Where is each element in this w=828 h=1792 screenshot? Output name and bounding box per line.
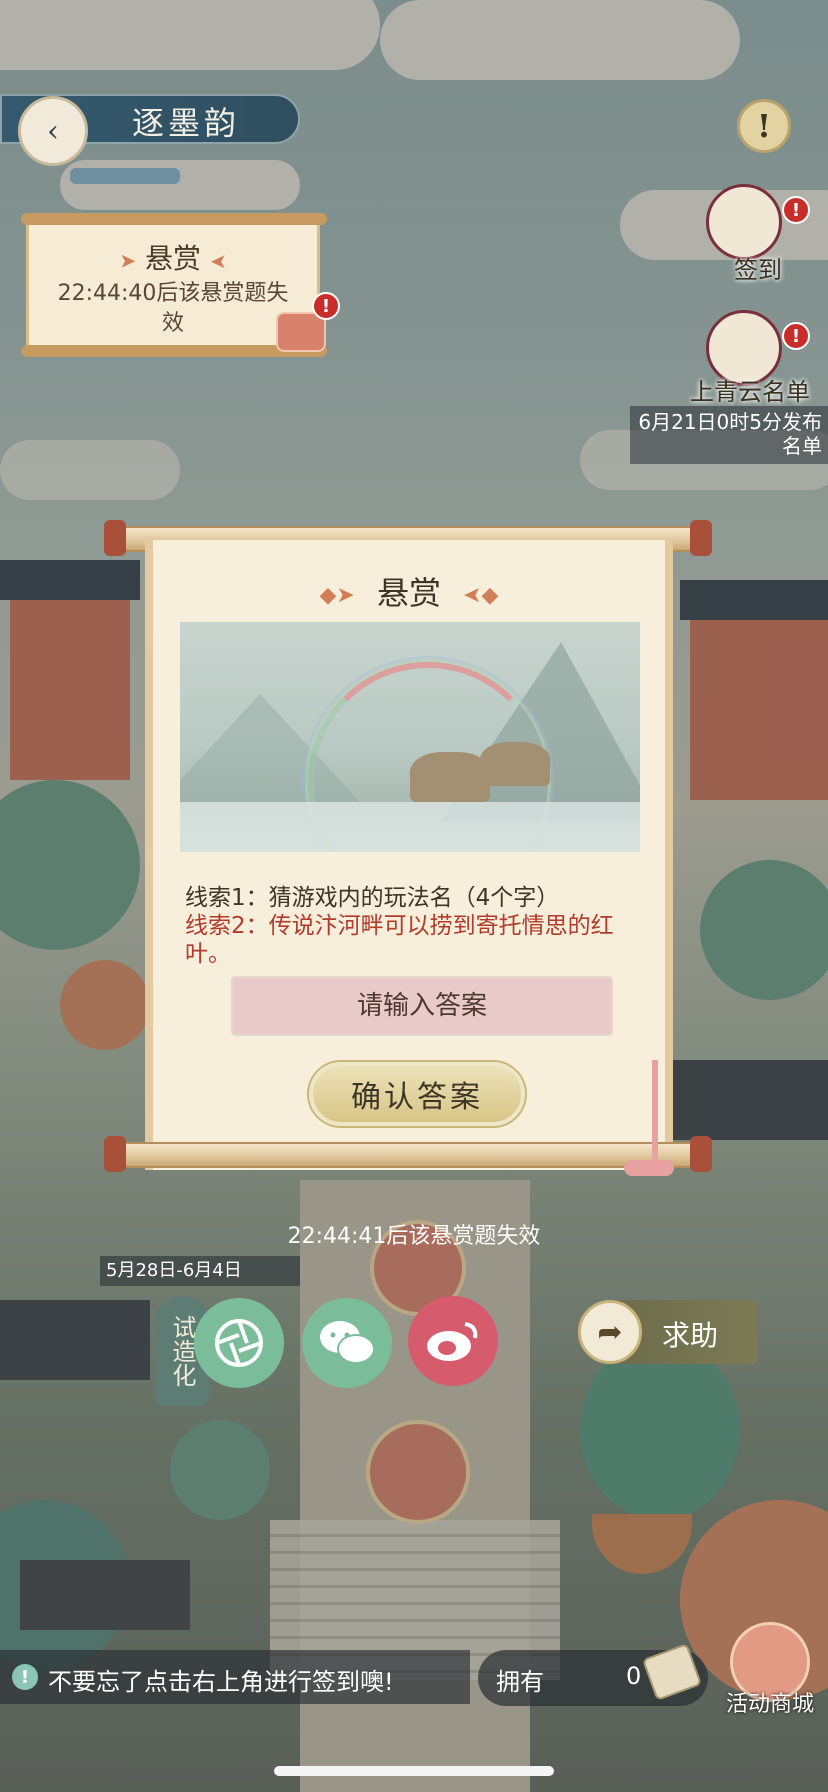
bounty-countdown: 22:44:41后该悬赏题失效 — [287, 1224, 541, 1249]
bounty-modal: ◆➤ 悬赏 ◆➤ 线索1：猜游戏内的玩法名（4个字） 线索2：传说汴河畔可以捞到… — [145, 540, 673, 1170]
inventory-label: 拥有 — [496, 1668, 544, 1696]
camera-aperture-icon — [215, 1319, 263, 1367]
hut — [410, 752, 490, 802]
wechat-icon — [320, 1321, 375, 1364]
back-button[interactable]: ‹ — [18, 96, 88, 166]
scroll-cap — [104, 1136, 126, 1172]
share-weibo-button[interactable] — [408, 1296, 498, 1386]
share-arrow-icon: ➦ — [578, 1300, 642, 1364]
hut — [480, 742, 550, 786]
arrow-right-icon: ◆➤ — [319, 583, 355, 608]
weibo-icon — [427, 1322, 478, 1361]
answer-input[interactable] — [231, 976, 613, 1036]
tassel-decoration — [624, 1060, 684, 1210]
inventory-count: 0 — [626, 1662, 642, 1690]
clue-two: 线索2：传说汴河畔可以捞到寄托情思的红叶。 — [185, 913, 614, 967]
mini-bounty-header: ➤ 悬赏 ➤ — [29, 237, 317, 277]
confirm-answer-button[interactable]: 确认答案 — [309, 1062, 525, 1126]
scroll-rod — [21, 213, 327, 225]
mini-bounty-title: 悬赏 — [144, 242, 201, 275]
back-icon: ‹ — [47, 113, 59, 149]
shop-label: 活动商城 — [726, 1692, 815, 1717]
modal-header: ◆➤ 悬赏 ◆➤ — [153, 568, 665, 614]
rank-list-label: 上青云名单 — [690, 378, 810, 406]
share-wechat-button[interactable] — [302, 1298, 392, 1388]
river — [180, 802, 640, 852]
checkin-button[interactable] — [706, 184, 782, 260]
scroll-cap — [690, 1136, 712, 1172]
scroll-rod-bottom — [112, 1142, 704, 1168]
page-title: 逐墨韵 — [132, 104, 241, 142]
info-button[interactable]: ! — [737, 99, 791, 153]
arrow-left-icon: ➤ — [209, 248, 227, 273]
alert-badge: ! — [782, 322, 810, 350]
scroll-cap — [690, 520, 712, 556]
info-icon: ! — [756, 107, 772, 145]
notice-icon: ! — [12, 1664, 38, 1690]
checkin-label: 签到 — [734, 256, 782, 284]
release-note: 6月21日0时5分发布名单 — [630, 406, 828, 464]
notice-text: 不要忘了点击右上角进行签到噢! — [48, 1668, 394, 1696]
arrow-right-icon: ➤ — [119, 248, 137, 273]
clue-one: 线索1：猜游戏内的玩法名（4个字） — [185, 885, 560, 911]
scroll-cap — [104, 520, 126, 556]
mini-bounty-countdown: 22:44:40后该悬赏题失效 — [57, 281, 289, 336]
home-indicator[interactable] — [274, 1766, 554, 1776]
date-range: 5月28日-6月4日 — [100, 1256, 300, 1286]
share-moments-button[interactable] — [194, 1298, 284, 1388]
arrow-left-icon: ◆➤ — [463, 583, 499, 608]
title-bar-accent — [70, 168, 180, 184]
help-label: 求助 — [662, 1319, 719, 1352]
clue-image — [180, 622, 640, 852]
modal-title: 悬赏 — [376, 574, 441, 612]
alert-badge: ! — [312, 292, 340, 320]
alert-badge: ! — [782, 196, 810, 224]
